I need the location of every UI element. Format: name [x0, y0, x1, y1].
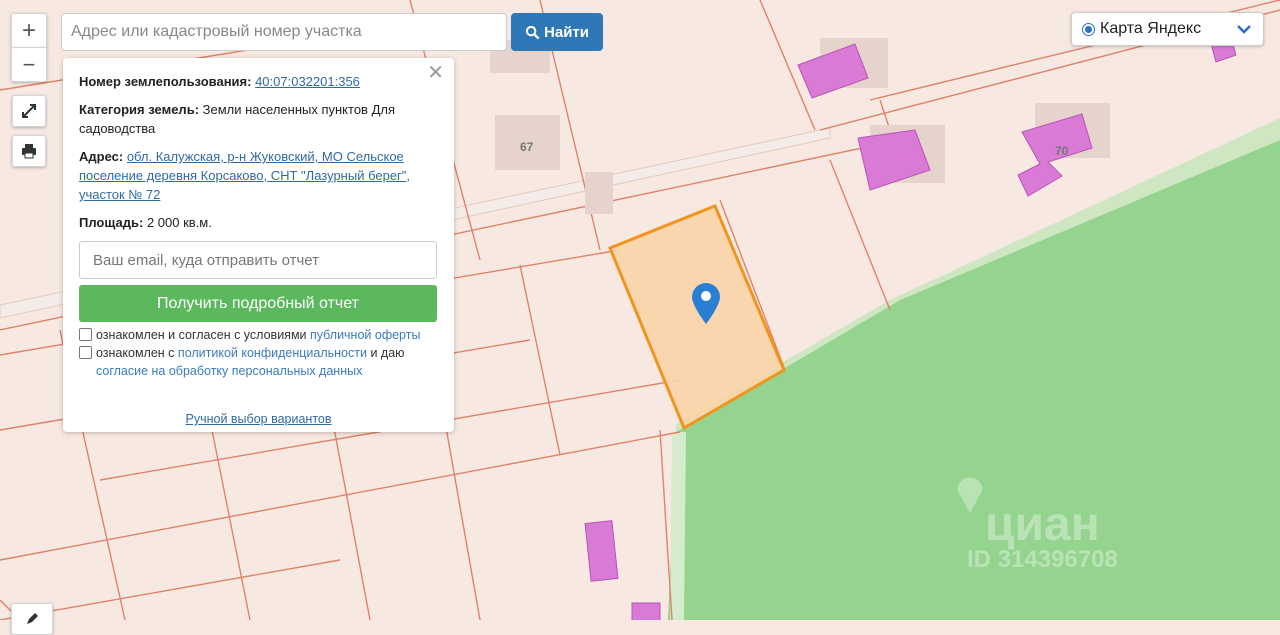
print-button[interactable] — [12, 135, 46, 167]
pencil-icon — [27, 613, 38, 624]
parcel-info-panel: ✕ Номер землепользования: 40:07:032201:3… — [63, 58, 454, 432]
zoom-out-button[interactable]: − — [11, 47, 47, 82]
watermark-id: ID 314396708 — [967, 546, 1118, 573]
consent-offer-row: ознакомлен и согласен с условиями публич… — [79, 326, 438, 344]
privacy-policy-link[interactable]: политикой конфиденциальности — [178, 346, 367, 360]
address-link[interactable]: обл. Калужская, р-н Жуковский, МО Сельск… — [79, 149, 410, 202]
radio-icon — [1082, 22, 1095, 36]
search-input[interactable] — [61, 13, 507, 51]
manual-select-link[interactable]: Ручной выбор вариантов — [186, 412, 332, 426]
expand-icon — [22, 104, 36, 118]
area-label: Площадь: — [79, 215, 144, 230]
address-label: Адрес: — [79, 149, 124, 164]
land-use-link[interactable]: 40:07:032201:356 — [255, 74, 360, 89]
map-layer-select[interactable]: Карта Яндекс — [1071, 12, 1264, 46]
consent-privacy-row: ознакомлен с политикой конфиденциальност… — [79, 344, 438, 380]
address-row: Адрес: обл. Калужская, р-н Жуковский, МО… — [79, 147, 438, 204]
consent-offer-checkbox[interactable] — [79, 328, 92, 341]
printer-icon — [22, 144, 36, 159]
land-use-label: Номер землепользования: — [79, 74, 252, 89]
watermark-brand: циан — [985, 498, 1100, 551]
find-button[interactable]: Найти — [511, 13, 603, 51]
consent-privacy-checkbox[interactable] — [79, 346, 92, 359]
offer-link[interactable]: публичной оферты — [310, 328, 420, 342]
land-use-row: Номер землепользования: 40:07:032201:356 — [79, 72, 438, 91]
email-field[interactable] — [79, 241, 437, 279]
consent-privacy-text-b: и даю — [370, 346, 405, 360]
close-icon[interactable]: ✕ — [427, 63, 444, 83]
search-icon — [525, 25, 540, 39]
consent-offer-text: ознакомлен и согласен с условиями — [96, 328, 307, 342]
zoom-in-label: + — [21, 16, 36, 44]
house-label-70: 70 — [1055, 144, 1069, 158]
chevron-down-icon — [1237, 25, 1251, 34]
zoom-out-label: − — [22, 51, 36, 77]
find-button-label: Найти — [544, 23, 589, 41]
consent-privacy-text: ознакомлен с — [96, 346, 175, 360]
area-row: Площадь: 2 000 кв.м. — [79, 213, 438, 232]
personal-data-link[interactable]: согласие на обработку персональных данны… — [96, 364, 362, 378]
map-layer-label: Карта Яндекс — [1100, 20, 1202, 37]
category-row: Категория земель: Земли населенных пункт… — [79, 100, 438, 138]
edit-button[interactable] — [11, 603, 53, 635]
fullscreen-button[interactable] — [12, 95, 46, 127]
area-value: 2 000 кв.м. — [146, 215, 212, 230]
get-report-label: Получить подробный отчет — [157, 295, 359, 312]
house-label-67: 67 — [520, 140, 534, 154]
manual-select-row: Ручной выбор вариантов — [79, 410, 438, 429]
category-label: Категория земель: — [79, 102, 200, 117]
zoom-in-button[interactable]: + — [11, 13, 47, 48]
get-report-button[interactable]: Получить подробный отчет — [79, 285, 437, 322]
